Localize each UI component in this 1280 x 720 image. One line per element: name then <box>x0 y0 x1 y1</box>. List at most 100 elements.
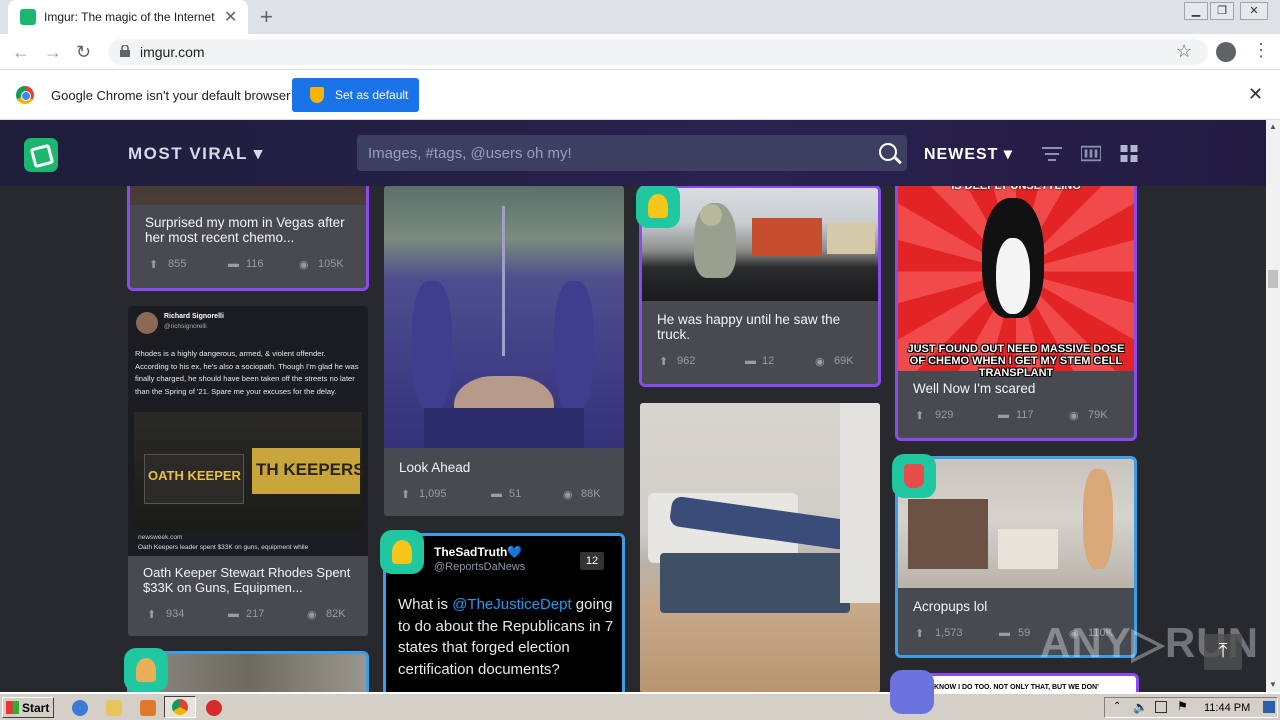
bookmark-star-icon[interactable]: ☆ <box>1176 41 1192 62</box>
post-title: Surprised my mom in Vegas after her most… <box>145 215 345 245</box>
scrollbar-thumb[interactable] <box>1268 270 1278 288</box>
browser-tab-strip: Imgur: The magic of the Internet ✕ + ▁ ❐… <box>0 0 1280 34</box>
new-tab-icon[interactable]: + <box>260 4 273 30</box>
reload-icon[interactable]: ↻ <box>76 42 91 63</box>
search-input[interactable]: Images, #tags, @users oh my! <box>368 145 572 162</box>
upvote-icon[interactable]: ⬆ <box>401 488 410 501</box>
address-bar[interactable]: imgur.com ☆ <box>108 39 1208 65</box>
tweet-author: Richard Signorelli <box>164 313 224 320</box>
comment-icon: ▬ <box>999 627 1010 639</box>
uniform-view-icon[interactable] <box>1081 145 1101 162</box>
tweet-text: Rhodes is a highly dangerous, armed, & v… <box>135 349 359 396</box>
back-icon[interactable]: ← <box>12 42 30 63</box>
opera-icon[interactable] <box>206 700 222 716</box>
flag-icon[interactable]: ⚑ <box>1177 699 1188 713</box>
search-bar[interactable]: Images, #tags, @users oh my! <box>357 135 907 171</box>
view-count: 79K <box>1088 409 1108 421</box>
media-player-icon[interactable] <box>140 700 156 716</box>
comment-count: 117 <box>1016 409 1034 421</box>
news-caption: Oath Keepers leader spent $33K on guns, … <box>138 544 309 551</box>
imgur-logo-icon[interactable] <box>24 138 58 172</box>
post-image <box>640 403 880 693</box>
news-source: newsweek.com <box>138 534 183 541</box>
popcorn-badge-icon <box>892 454 936 498</box>
post-card[interactable]: Look Ahead ⬆ 1,095 ▬ 51 ◉ 88K <box>384 186 624 516</box>
banner-text: TH KEEPERS <box>256 460 365 479</box>
shield-icon <box>310 87 324 103</box>
tab-title: Imgur: The magic of the Internet <box>44 10 215 24</box>
network-icon[interactable] <box>1155 701 1167 713</box>
view-count: 105K <box>318 258 344 270</box>
taskbar-chrome-button[interactable] <box>164 696 196 718</box>
scroll-up-icon[interactable]: ▲ <box>1269 122 1277 131</box>
close-tab-icon[interactable]: ✕ <box>224 7 237 27</box>
set-as-default-label: Set as default <box>335 88 409 102</box>
views-icon: ◉ <box>299 259 309 271</box>
meme-bottom-text: JUST FOUND OUT NEED MASSIVE DOSE OF CHEM… <box>907 343 1125 379</box>
toolbar: ← → ↻ imgur.com ☆ ⋮ <box>0 34 1280 70</box>
trophy-badge-icon <box>380 530 424 574</box>
start-button[interactable]: Start <box>2 697 54 718</box>
waterfall-view-icon[interactable] <box>1119 145 1139 162</box>
upvote-icon[interactable]: ⬆ <box>147 608 156 621</box>
volume-icon[interactable]: 🔈 <box>1133 700 1148 714</box>
views-icon: ◉ <box>563 489 573 501</box>
restore-icon[interactable]: ❐ <box>1210 2 1234 20</box>
comment-icon: ▬ <box>998 409 1009 421</box>
upvote-count: 1,573 <box>935 627 963 639</box>
upvote-icon[interactable]: ⬆ <box>659 355 668 368</box>
ie-icon[interactable] <box>72 700 88 716</box>
post-title: Oath Keeper Stewart Rhodes Spent $33K on… <box>143 565 351 595</box>
comic-text: KNOW I DO TOO. NOT ONLY THAT, BUT WE DON… <box>934 684 1099 691</box>
minimize-icon[interactable]: ▁ <box>1184 2 1208 20</box>
scroll-down-icon[interactable]: ▼ <box>1269 680 1277 689</box>
post-card[interactable]: IS DEEPLY UNSETTLING JUST FOUND OUT NEED… <box>898 150 1134 438</box>
imgur-favicon-icon <box>20 9 36 25</box>
view-count: 82K <box>326 608 346 620</box>
upvote-icon[interactable]: ⬆ <box>915 409 924 422</box>
profile-avatar-icon[interactable] <box>1216 42 1236 62</box>
search-icon[interactable] <box>879 143 897 161</box>
windows-logo-icon <box>6 701 19 714</box>
filter-icon[interactable] <box>1042 145 1062 162</box>
post-image: Richard Signorelli @richsignorelli Rhode… <box>128 306 368 556</box>
default-browser-infobar: Google Chrome isn't your default browser… <box>0 70 1280 120</box>
upvote-icon[interactable]: ⬆ <box>149 258 158 271</box>
comment-count: 116 <box>246 258 264 270</box>
upvote-icon[interactable]: ⬆ <box>915 627 924 640</box>
set-as-default-button[interactable]: Set as default <box>292 78 419 112</box>
upvote-count: 934 <box>166 608 185 620</box>
sort-dropdown[interactable]: NEWEST ▾ <box>924 144 1013 164</box>
menu-kebab-icon[interactable]: ⋮ <box>1252 40 1270 61</box>
browser-tab[interactable]: Imgur: The magic of the Internet ✕ <box>8 0 248 34</box>
chrome-logo-icon <box>16 86 34 104</box>
comment-count: 12 <box>762 355 775 367</box>
comment-icon: ▬ <box>228 608 239 620</box>
close-window-icon[interactable]: ✕ <box>1240 2 1268 20</box>
upvote-count: 929 <box>935 409 954 421</box>
show-desktop-icon[interactable] <box>1263 701 1275 713</box>
section-dropdown[interactable]: MOST VIRAL ▾ <box>128 144 264 164</box>
windows-taskbar: Start ⌃ 🔈 ⚑ 11:44 PM <box>0 692 1280 720</box>
comment-icon: ▬ <box>228 258 239 270</box>
back-to-top-button[interactable]: ⤒ <box>1204 634 1242 670</box>
post-image <box>384 186 624 448</box>
badge-icon <box>890 670 934 714</box>
tray-expand-icon[interactable]: ⌃ <box>1113 701 1121 712</box>
forward-icon[interactable]: → <box>44 42 62 63</box>
post-title: Well Now I'm scared <box>913 381 1036 396</box>
explorer-folder-icon[interactable] <box>106 700 122 716</box>
news-photo: OATH KEEPER TH KEEPERS <box>134 412 365 530</box>
trophy-badge-icon <box>124 648 168 692</box>
album-count-badge: 12 <box>580 552 604 570</box>
page-scrollbar[interactable]: ▲ ▼ <box>1266 120 1280 692</box>
infobar-close-icon[interactable]: ✕ <box>1248 84 1263 105</box>
tweet-mention[interactable]: @TheJusticeDept <box>452 596 571 613</box>
upvote-count: 962 <box>677 355 696 367</box>
post-title: Look Ahead <box>399 460 471 475</box>
post-card[interactable]: Richard Signorelli @richsignorelli Rhode… <box>128 306 368 636</box>
comment-icon: ▬ <box>491 488 502 500</box>
tweet-handle: @richsignorelli <box>164 323 207 330</box>
post-card[interactable] <box>640 403 880 693</box>
view-count: 88K <box>581 488 601 500</box>
